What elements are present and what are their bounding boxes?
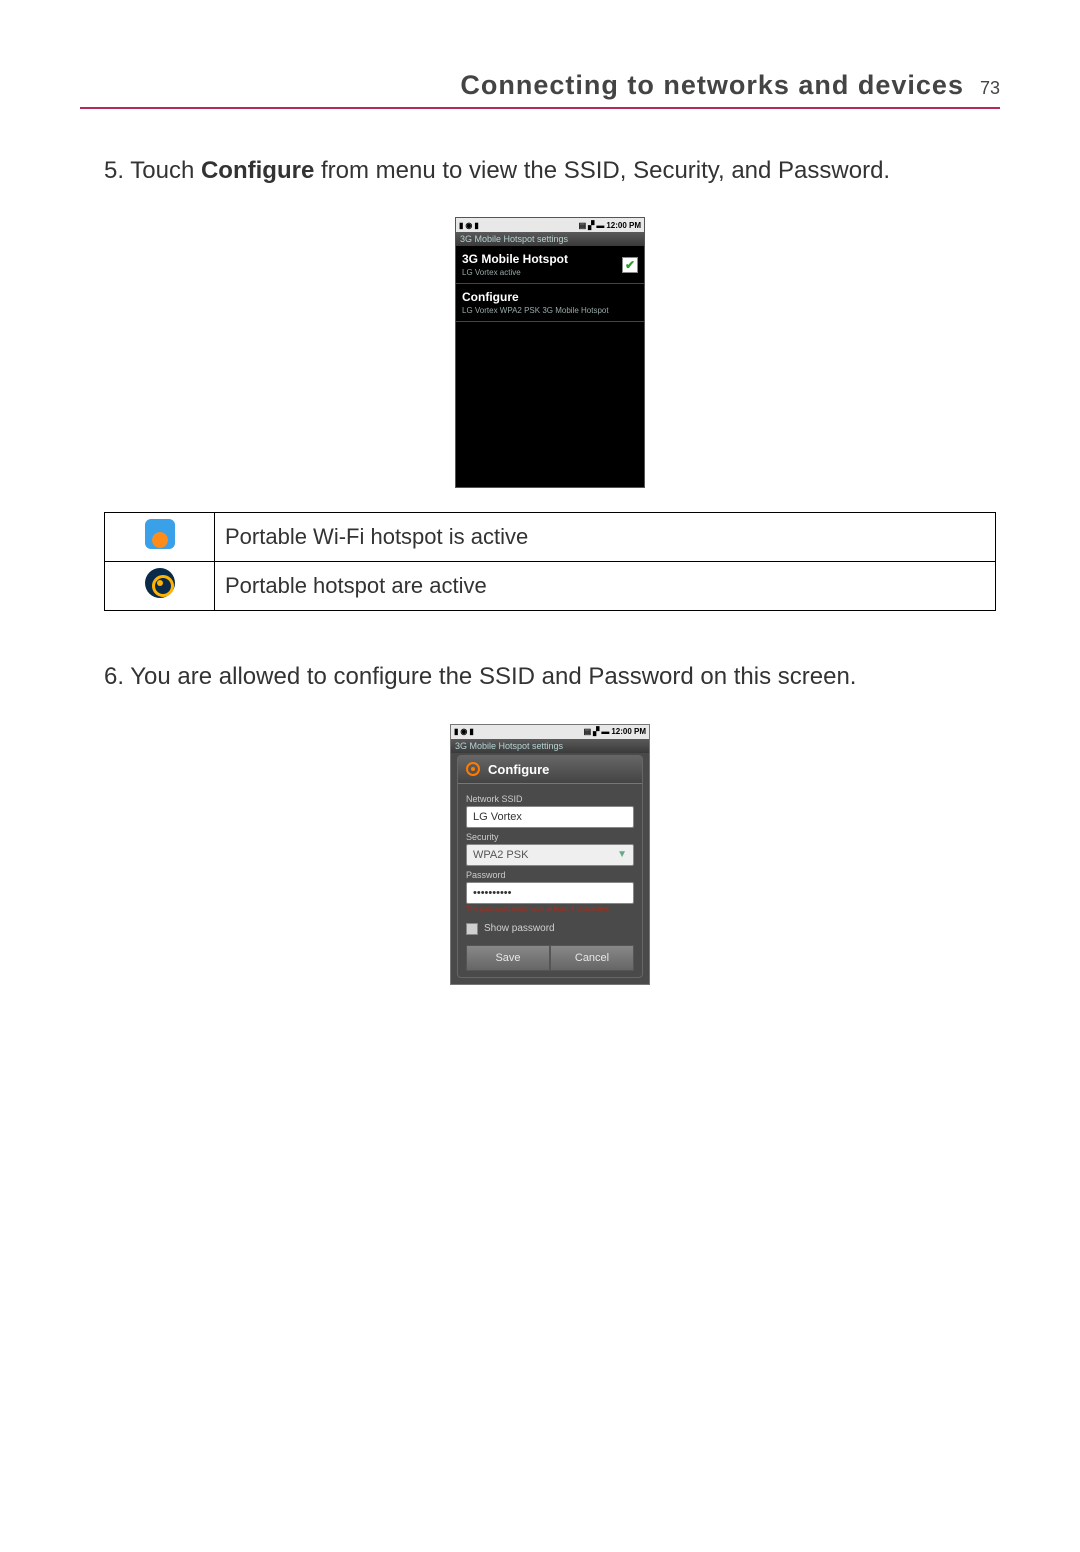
screenshot-configure-dialog: ▮ ◉ ▮ ▤ ▞ ▬ 12:00 PM 3G Mobile Hotspot s… bbox=[450, 724, 650, 985]
show-password-label: Show password bbox=[484, 923, 555, 934]
status-left-icons: ▮ ◉ ▮ bbox=[459, 221, 479, 230]
step-5: 5. Touch Configure from menu to view the… bbox=[104, 155, 996, 187]
dialog-title: Configure bbox=[458, 756, 642, 784]
step-text: You are allowed to configure the SSID an… bbox=[130, 663, 856, 690]
legend-text: Portable hotspot are active bbox=[215, 562, 996, 611]
icon-legend-table: Portable Wi-Fi hotspot is active Portabl… bbox=[104, 512, 996, 611]
save-button[interactable]: Save bbox=[466, 945, 550, 971]
wifi-hotspot-active-icon bbox=[145, 519, 175, 549]
hotspot-checkbox[interactable]: ✔ bbox=[622, 257, 638, 273]
step-text-pre: Touch bbox=[130, 157, 201, 184]
section-title: Connecting to networks and devices bbox=[460, 70, 964, 101]
signal-icon: ▞ bbox=[593, 727, 599, 736]
configure-label: Configure bbox=[462, 290, 609, 304]
status-bar: ▮ ◉ ▮ ▤ ▞ ▬ 12:00 PM bbox=[456, 218, 644, 232]
icon-cell bbox=[105, 562, 215, 611]
hotspot-sublabel: LG Vortex active bbox=[462, 268, 568, 277]
legend-text: Portable Wi-Fi hotspot is active bbox=[215, 513, 996, 562]
step-number: 6. bbox=[104, 663, 124, 690]
battery-icon: ▬ bbox=[596, 221, 604, 230]
step-text-post: from menu to view the SSID, Security, an… bbox=[314, 157, 890, 184]
network-3g-icon: ▤ bbox=[584, 727, 592, 736]
cancel-button[interactable]: Cancel bbox=[550, 945, 634, 971]
step-number: 5. bbox=[104, 157, 124, 184]
hotspot-label: 3G Mobile Hotspot bbox=[462, 252, 568, 266]
password-input[interactable]: •••••••••• bbox=[466, 882, 634, 904]
status-left-icons: ▮ ◉ ▮ bbox=[454, 727, 474, 736]
network-3g-icon: ▤ bbox=[579, 221, 587, 230]
step-bold: Configure bbox=[201, 157, 314, 184]
security-select[interactable]: WPA2 PSK ▼ bbox=[466, 844, 634, 866]
screen-title-dim: 3G Mobile Hotspot settings bbox=[451, 739, 649, 753]
hotspot-toggle-row[interactable]: 3G Mobile Hotspot LG Vortex active ✔ bbox=[456, 246, 644, 284]
configure-dialog: Configure Network SSID LG Vortex Securit… bbox=[457, 755, 643, 978]
screenshot-hotspot-settings: ▮ ◉ ▮ ▤ ▞ ▬ 12:00 PM 3G Mobile Hotspot s… bbox=[455, 217, 645, 488]
security-value: WPA2 PSK bbox=[473, 849, 528, 861]
signal-icon: ▞ bbox=[588, 221, 594, 230]
tether-active-icon bbox=[145, 568, 175, 598]
clock: 12:00 PM bbox=[611, 727, 646, 736]
page-number: 73 bbox=[980, 78, 1000, 99]
ssid-label: Network SSID bbox=[466, 794, 634, 804]
empty-area bbox=[456, 322, 644, 487]
configure-sublabel: LG Vortex WPA2 PSK 3G Mobile Hotspot bbox=[462, 306, 609, 315]
chevron-down-icon: ▼ bbox=[617, 849, 627, 860]
table-row: Portable Wi-Fi hotspot is active bbox=[105, 513, 996, 562]
usb-icon: ▮ bbox=[454, 727, 458, 736]
password-hint: The password must have at least 8 charac… bbox=[466, 906, 634, 913]
status-right: ▤ ▞ ▬ 12:00 PM bbox=[579, 221, 641, 230]
clock: 12:00 PM bbox=[606, 221, 641, 230]
step-6: 6. You are allowed to configure the SSID… bbox=[104, 661, 996, 693]
battery-icon: ▬ bbox=[601, 727, 609, 736]
target-icon bbox=[466, 762, 480, 776]
password-label: Password bbox=[466, 870, 634, 880]
screen-title: 3G Mobile Hotspot settings bbox=[456, 232, 644, 246]
ssid-input[interactable]: LG Vortex bbox=[466, 806, 634, 828]
security-label: Security bbox=[466, 832, 634, 842]
icon-cell bbox=[105, 513, 215, 562]
status-right: ▤ ▞ ▬ 12:00 PM bbox=[584, 727, 646, 736]
wifi-hotspot-icon: ◉ bbox=[460, 727, 467, 736]
body: 5. Touch Configure from menu to view the… bbox=[104, 155, 996, 985]
dialog-title-text: Configure bbox=[488, 762, 549, 777]
page-header: Connecting to networks and devices 73 bbox=[80, 70, 1000, 109]
usb-icon: ▮ bbox=[459, 221, 463, 230]
status-bar: ▮ ◉ ▮ ▤ ▞ ▬ 12:00 PM bbox=[451, 725, 649, 739]
configure-row[interactable]: Configure LG Vortex WPA2 PSK 3G Mobile H… bbox=[456, 284, 644, 322]
debug-icon: ▮ bbox=[469, 727, 473, 736]
debug-icon: ▮ bbox=[474, 221, 478, 230]
show-password-checkbox[interactable] bbox=[466, 923, 478, 935]
table-row: Portable hotspot are active bbox=[105, 562, 996, 611]
wifi-hotspot-icon: ◉ bbox=[465, 221, 472, 230]
